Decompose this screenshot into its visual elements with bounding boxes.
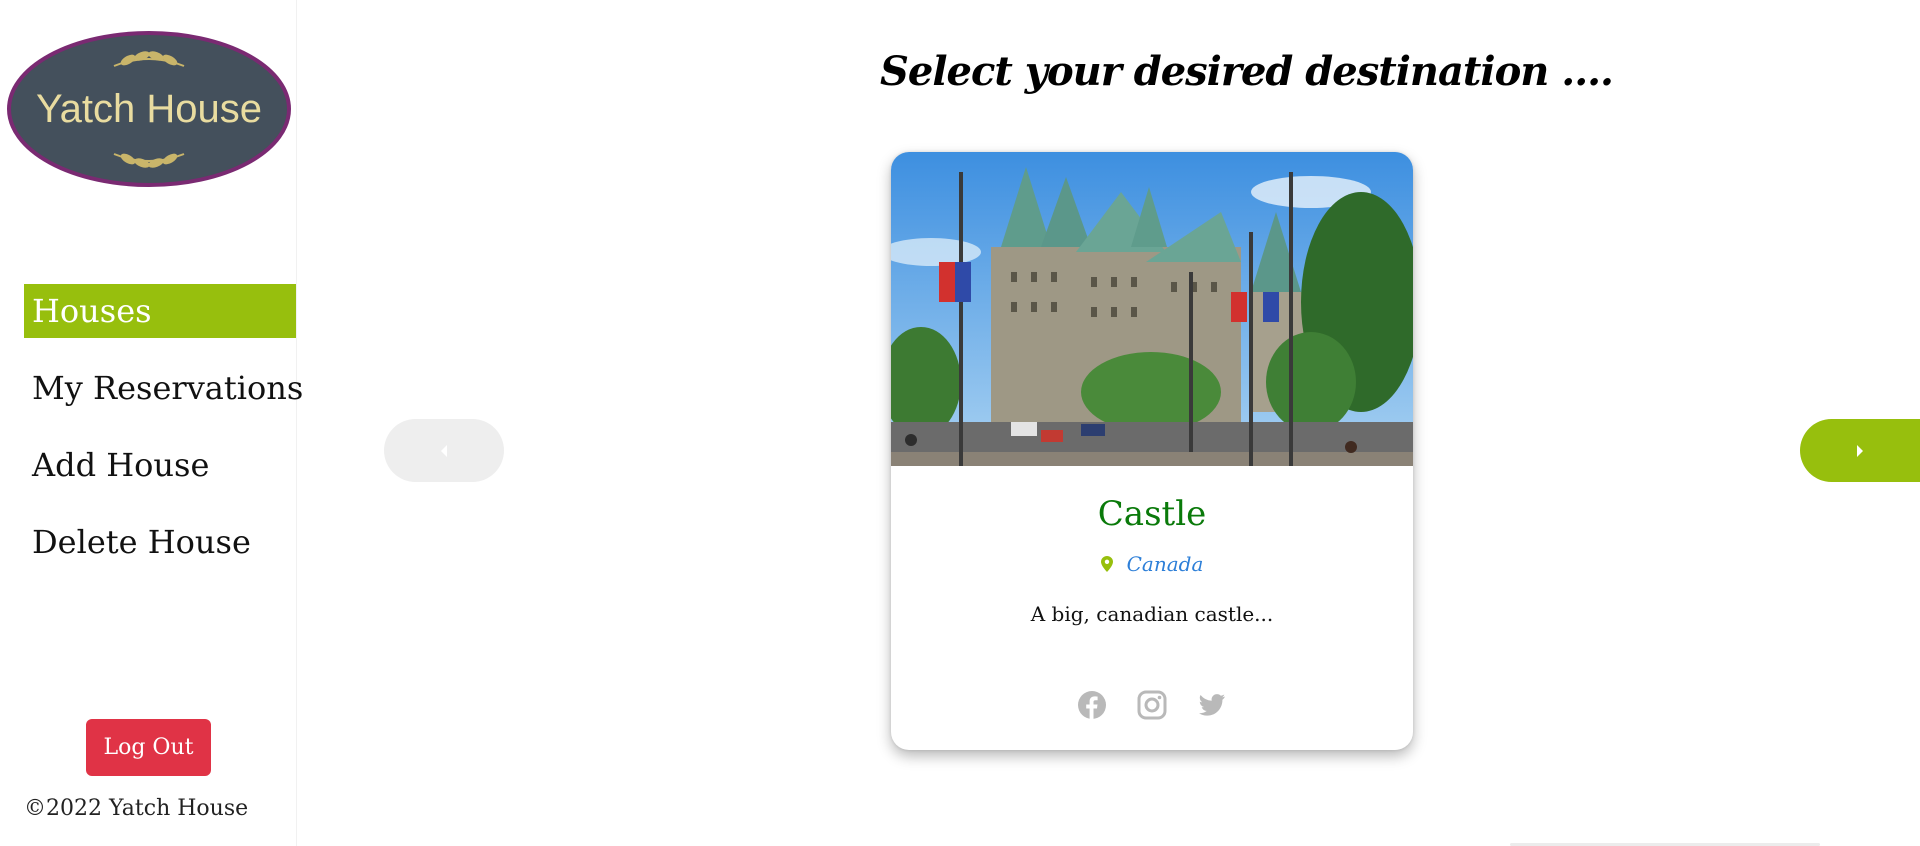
house-location: Canada: [891, 552, 1413, 576]
carousel-prev-button[interactable]: [384, 419, 504, 482]
chevron-left-icon: [441, 444, 447, 457]
sidebar-nav: Houses My Reservations Add House Delete …: [24, 284, 303, 592]
house-photo: [891, 152, 1413, 466]
map-pin-icon: [1100, 556, 1113, 572]
sidebar-item-houses[interactable]: Houses: [24, 284, 296, 338]
social-links: [891, 690, 1413, 720]
instagram-icon[interactable]: [1137, 690, 1167, 720]
logout-button[interactable]: Log Out: [86, 719, 211, 776]
house-location-text: Canada: [1126, 552, 1204, 576]
chevron-right-icon: [1857, 444, 1863, 457]
facebook-icon[interactable]: [1077, 690, 1107, 720]
house-description: A big, canadian castle...: [1030, 602, 1274, 626]
sidebar-item-delete-house[interactable]: Delete House: [24, 515, 296, 569]
carousel-next-button[interactable]: [1800, 419, 1920, 482]
sidebar-item-my-reservations[interactable]: My Reservations: [24, 361, 303, 415]
house-card[interactable]: Castle Canada A big, canadian castle...: [891, 152, 1413, 750]
sidebar: Yatch House Houses My Reservations Add H…: [0, 0, 303, 846]
sidebar-item-add-house[interactable]: Add House: [24, 438, 296, 492]
logo[interactable]: Yatch House: [6, 30, 292, 188]
page-title: Select your desired destination ....: [880, 48, 1614, 95]
copyright: ©2022 Yatch House: [24, 796, 249, 821]
house-title: Castle: [1097, 494, 1207, 534]
logo-text: Yatch House: [35, 86, 263, 131]
twitter-icon[interactable]: [1197, 690, 1227, 720]
